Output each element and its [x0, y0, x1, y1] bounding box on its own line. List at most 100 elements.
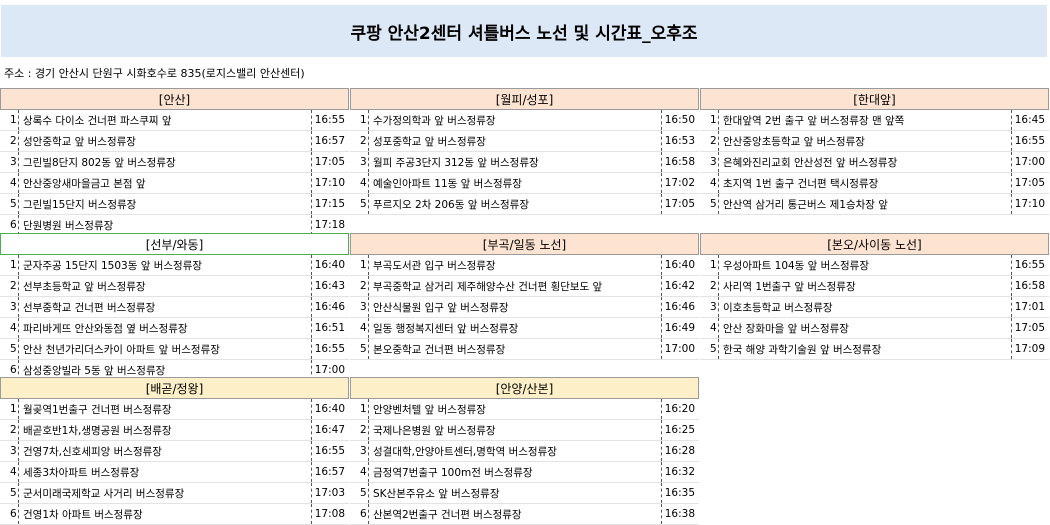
stop-time: 17:15 [314, 198, 345, 210]
stop-row: 1 안양벤처텔 앞 버스정류장 16:20 [350, 399, 699, 420]
stop-row: 5 한국 해양 과학기술원 앞 버스정류장 17:09 [700, 339, 1049, 360]
stop-row: 4 안산중앙새마을금고 본점 앞 17:10 [0, 173, 349, 194]
stop-name: 본오중학교 건너편 버스정류장 [368, 339, 662, 359]
stop-row: 2 배곧호반1차,생명공원 버스정류장 16:47 [0, 420, 349, 441]
stop-number: 4 [710, 322, 717, 334]
stop-row: 2 성안중학교 앞 버스정류장 16:57 [0, 131, 349, 152]
stop-name: 건영1차 아파트 버스정류장 [18, 504, 312, 524]
stop-number: 2 [360, 135, 367, 147]
stop-row: 5 군서미래국제학교 사거리 버스정류장 17:03 [0, 483, 349, 504]
stop-row: 1 우성아파트 104동 앞 버스정류장 16:55 [700, 255, 1049, 276]
stop-name: 성결대학,안양아트센터,명학역 버스정류장 [368, 441, 662, 461]
stop-time: 16:55 [1014, 135, 1045, 147]
stop-time: 17:00 [664, 343, 695, 355]
stop-time: 17:05 [664, 198, 695, 210]
stop-name: 상록수 다이소 건너편 파스쿠찌 앞 [18, 110, 312, 130]
stop-row: 4 세종3차아파트 버스정류장 16:57 [0, 462, 349, 483]
stop-time: 16:28 [664, 445, 695, 457]
stop-number: 3 [710, 301, 717, 313]
stop-name: 일동 행정복지센터 앞 버스정류장 [368, 318, 662, 338]
stop-number: 4 [10, 322, 17, 334]
route-block: [안산] 1 상록수 다이소 건너편 파스쿠찌 앞 16:55 2 성안중학교 앞 버스정… [0, 88, 349, 236]
stop-name: 그린빌15단지 버스정류장 [18, 194, 312, 214]
stop-time: 17:10 [1014, 198, 1045, 210]
stop-row: 3 월피 주공3단지 312동 앞 버스정류장 16:58 [350, 152, 699, 173]
stop-row: 1 군자주공 15단지 1503동 앞 버스정류장 16:40 [0, 255, 349, 276]
route-block: [본오/사이동 노선] 1 우성아파트 104동 앞 버스정류장 16:55 2 사리역 … [700, 233, 1049, 360]
stop-row: 3 안산식물원 입구 앞 버스정류장 16:46 [350, 297, 699, 318]
route-header: [배곧/정왕] [0, 377, 349, 399]
stop-time: 16:47 [314, 424, 345, 436]
stop-name: 건영7차,신호세피앙 버스정류장 [18, 441, 312, 461]
stop-number: 1 [10, 114, 17, 126]
stop-row: 1 수가정의학과 앞 버스정류장 16:50 [350, 110, 699, 131]
stop-number: 1 [710, 114, 717, 126]
stop-time: 16:55 [314, 114, 345, 126]
stop-number: 5 [710, 343, 717, 355]
stop-row: 4 안산 장화마을 앞 버스정류장 17:05 [700, 318, 1049, 339]
stop-time: 17:08 [314, 508, 345, 520]
stop-row: 5 푸르지오 2차 206동 앞 버스정류장 17:05 [350, 194, 699, 215]
stop-time: 17:03 [314, 487, 345, 499]
page-title: 쿠팡 안산2센터 셔틀버스 노선 및 시간표_오후조 [1, 5, 1047, 57]
stop-row: 2 국제나은병원 앞 버스정류장 16:25 [350, 420, 699, 441]
stop-number: 4 [360, 322, 367, 334]
stop-number: 1 [10, 403, 17, 415]
stop-time: 16:51 [314, 322, 345, 334]
stop-row: 2 성포중학교 앞 버스정류장 16:53 [350, 131, 699, 152]
stop-time: 17:02 [664, 177, 695, 189]
stop-name: 선부초등학교 앞 버스정류장 [18, 276, 312, 296]
stop-time: 16:45 [1014, 114, 1045, 126]
stop-name: 예술인아파트 11동 앞 버스정류장 [368, 173, 662, 193]
route-block: [부곡/일동 노선] 1 부곡도서관 입구 버스정류장 16:40 2 부곡중학교 삼거리… [350, 233, 699, 360]
stop-number: 2 [10, 424, 17, 436]
stop-name: 푸르지오 2차 206동 앞 버스정류장 [368, 194, 662, 214]
stop-name: 월피 주공3단지 312동 앞 버스정류장 [368, 152, 662, 172]
stop-row: 5 SK산본주유소 앞 버스정류장 16:35 [350, 483, 699, 504]
stop-name: 월곶역1번출구 건너편 버스정류장 [18, 399, 312, 419]
stop-time: 16:40 [664, 259, 695, 271]
stop-number: 4 [710, 177, 717, 189]
stop-name: 안양벤처텔 앞 버스정류장 [368, 399, 662, 419]
stop-number: 5 [10, 343, 17, 355]
stop-time: 16:53 [664, 135, 695, 147]
stop-name: 군자주공 15단지 1503동 앞 버스정류장 [18, 255, 312, 275]
stop-name: 군서미래국제학교 사거리 버스정류장 [18, 483, 312, 503]
stop-number: 6 [10, 219, 17, 231]
stop-row: 3 그린빌8단지 802동 앞 버스정류장 17:05 [0, 152, 349, 173]
route-header: [본오/사이동 노선] [700, 233, 1049, 255]
stop-number: 1 [710, 259, 717, 271]
stop-time: 16:46 [314, 301, 345, 313]
stop-number: 3 [10, 445, 17, 457]
stop-time: 17:00 [1014, 156, 1045, 168]
stop-number: 3 [360, 156, 367, 168]
address-text: 주소 : 경기 안산시 단원구 시화호수로 835(로지스밸리 안산센터) [4, 67, 305, 80]
stop-name: 선부중학교 건너편 버스정류장 [18, 297, 312, 317]
stop-time: 16:25 [664, 424, 695, 436]
stop-number: 4 [360, 466, 367, 478]
stop-name: 성포중학교 앞 버스정류장 [368, 131, 662, 151]
stop-time: 17:09 [1014, 343, 1045, 355]
stop-number: 3 [360, 445, 367, 457]
stop-row: 1 부곡도서관 입구 버스정류장 16:40 [350, 255, 699, 276]
stop-time: 16:32 [664, 466, 695, 478]
route-header: [월피/성포] [350, 88, 699, 110]
stop-row: 2 부곡중학교 삼거리 제주해양수산 건너편 횡단보도 앞 16:42 [350, 276, 699, 297]
stop-name: 안산 천년가리더스카이 아파트 앞 버스정류장 [18, 339, 312, 359]
route-header: [안산] [0, 88, 349, 110]
stop-time: 17:05 [1014, 322, 1045, 334]
stop-number: 2 [10, 135, 17, 147]
stop-row: 5 그린빌15단지 버스정류장 17:15 [0, 194, 349, 215]
stop-name: 안산역 삼거리 통근버스 제1승차장 앞 [718, 194, 1012, 214]
stop-time: 16:40 [314, 259, 345, 271]
stop-name: 초지역 1번 출구 건너편 택시정류장 [718, 173, 1012, 193]
stop-time: 16:46 [664, 301, 695, 313]
stop-time: 17:05 [314, 156, 345, 168]
stop-number: 1 [360, 259, 367, 271]
stop-number: 2 [710, 135, 717, 147]
stop-row: 1 월곶역1번출구 건너편 버스정류장 16:40 [0, 399, 349, 420]
stop-name: 이호초등학교 버스정류장 [718, 297, 1012, 317]
stop-name: 금정역7번출구 100m전 버스정류장 [368, 462, 662, 482]
stop-number: 3 [360, 301, 367, 313]
stop-time: 16:49 [664, 322, 695, 334]
